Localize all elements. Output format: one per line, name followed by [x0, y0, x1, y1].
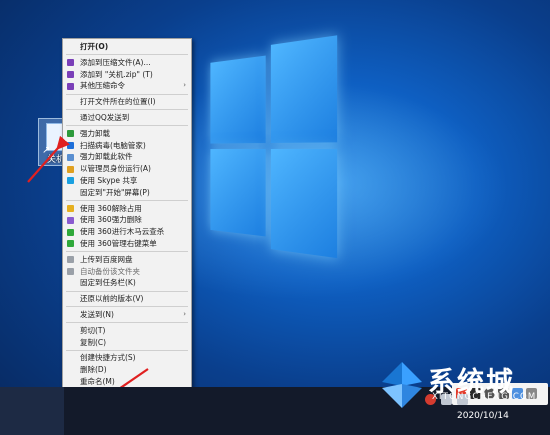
chevron-right-icon: › [183, 309, 186, 318]
menu-item[interactable]: 重命名(M) [63, 376, 191, 388]
menu-item-label: 发送到(N) [80, 309, 114, 319]
menu-item[interactable]: 其他压缩命令 › [63, 80, 191, 92]
winrar-icon [67, 82, 74, 90]
menu-separator [66, 54, 188, 56]
menu-item[interactable]: 固定到任务栏(K) [63, 277, 191, 289]
menu-item-label: 复制(C) [80, 337, 107, 347]
menu-item[interactable]: 使用 360强力删除 [63, 214, 191, 226]
menu-item-label: 打开文件所在的位置(I) [80, 97, 156, 107]
context-menu: 打开(O) 添加到压缩文件(A)... 添加到 "关机.zip" (T) 其他压缩命令… [62, 38, 192, 414]
menu-item[interactable]: 创建快捷方式(S) [63, 352, 191, 364]
menu-separator [66, 251, 188, 253]
menu-separator [66, 349, 188, 351]
menu-separator [66, 322, 188, 324]
menu-item[interactable]: 通过QQ发送到 [63, 112, 191, 124]
menu-item-label: 自动备份该文件夹 [80, 266, 140, 276]
menu-item[interactable]: 以管理员身份运行(A) [63, 163, 191, 175]
winrar-icon [67, 59, 74, 67]
menu-item[interactable]: 使用 360解除占用 [63, 203, 191, 215]
menu-item-label: 删除(D) [80, 365, 107, 375]
baidu-icon [67, 267, 74, 275]
menu-item-label: 重命名(M) [80, 376, 115, 386]
menu-item[interactable]: 扫描病毒(电脑管家) [63, 140, 191, 152]
menu-item-label: 打开(O) [80, 42, 109, 51]
menu-item[interactable]: 删除(D) [63, 364, 191, 376]
menu-item-label: 强力卸载此软件 [80, 152, 133, 162]
menu-item[interactable]: 自动备份该文件夹 [63, 266, 191, 278]
menu-item-label: 固定到任务栏(K) [80, 278, 136, 288]
uninstall-icon [67, 130, 74, 138]
menu-item-label: 创建快捷方式(S) [80, 353, 136, 363]
menu-item[interactable]: 固定到"开始"屏幕(P) [63, 187, 191, 199]
menu-item[interactable]: 还原以前的版本(V) [63, 293, 191, 305]
menu-item-label: 以管理员身份运行(A) [80, 164, 151, 174]
menu-item[interactable]: 剪切(T) [63, 325, 191, 337]
360-scan-icon [67, 228, 74, 236]
menu-item[interactable]: 添加到压缩文件(A)... [63, 57, 191, 69]
menu-item-label: 上传到百度网盘 [80, 254, 133, 264]
360-delete-icon [67, 216, 74, 224]
windows-logo-wallpaper [210, 35, 341, 259]
menu-separator [66, 93, 188, 95]
menu-item[interactable]: 使用 360管理右键菜单 [63, 238, 191, 250]
360-unlock-icon [67, 204, 74, 212]
menu-item-label: 使用 360管理右键菜单 [80, 238, 157, 248]
menu-separator [66, 125, 188, 127]
menu-item[interactable]: 上传到百度网盘 [63, 254, 191, 266]
menu-item[interactable]: 强力卸载此软件 [63, 151, 191, 163]
menu-item-label: 还原以前的版本(V) [80, 294, 144, 304]
admin-shield-icon [67, 165, 74, 173]
menu-item-label: 使用 360进行木马云查杀 [80, 227, 165, 237]
baidu-icon [67, 256, 74, 264]
menu-item[interactable]: 使用 Skype 共享 [63, 175, 191, 187]
menu-item-label: 扫描病毒(电脑管家) [80, 140, 146, 150]
watermark-logo-icon [382, 362, 422, 408]
taskbar-date[interactable]: 2020/10/14 [457, 411, 509, 421]
menu-item[interactable]: 打开(O) [63, 41, 191, 53]
menu-item-label: 使用 360解除占用 [80, 203, 142, 213]
360-menu-icon [67, 240, 74, 248]
skype-icon [67, 177, 74, 185]
menu-item-label: 固定到"开始"屏幕(P) [80, 187, 150, 197]
menu-item-label: 通过QQ发送到 [80, 112, 130, 122]
menu-item-label: 使用 Skype 共享 [80, 175, 138, 185]
taskbar-left-region[interactable] [0, 387, 64, 435]
menu-separator [66, 109, 188, 111]
menu-item-label: 添加到 "关机.zip" (T) [80, 69, 153, 79]
menu-item[interactable]: 强力卸载 [63, 128, 191, 140]
menu-item-label: 使用 360强力删除 [80, 215, 142, 225]
shield-icon [67, 141, 74, 149]
watermark-subtitle: XITONGCHENG.COM [432, 392, 537, 402]
menu-item-label: 添加到压缩文件(A)... [80, 57, 151, 67]
menu-item[interactable]: 复制(C) [63, 337, 191, 349]
menu-item[interactable]: 使用 360进行木马云查杀 [63, 226, 191, 238]
menu-item-label: 其他压缩命令 [80, 81, 125, 91]
menu-separator [66, 290, 188, 292]
winrar-icon [67, 70, 74, 78]
chevron-right-icon: › [183, 81, 186, 90]
menu-item-label: 剪切(T) [80, 325, 106, 335]
menu-item[interactable]: 添加到 "关机.zip" (T) [63, 69, 191, 81]
trash-icon [67, 153, 74, 161]
menu-separator [66, 306, 188, 308]
menu-item[interactable]: 打开文件所在的位置(I) [63, 96, 191, 108]
menu-separator [66, 200, 188, 202]
menu-item-label: 强力卸载 [80, 128, 110, 138]
menu-item[interactable]: 发送到(N) › [63, 309, 191, 321]
